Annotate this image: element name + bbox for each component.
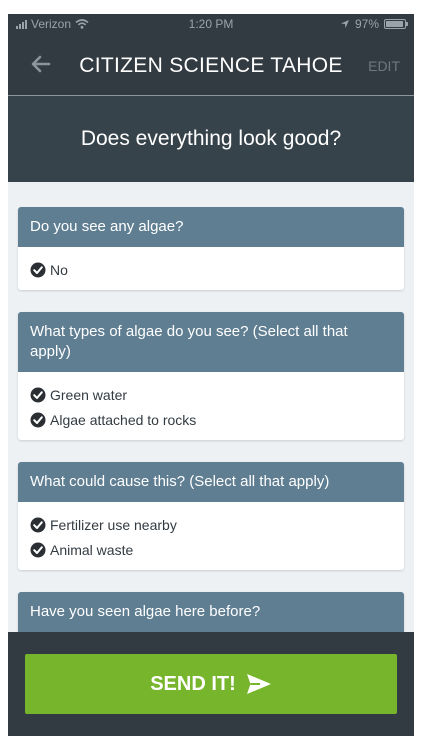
paper-plane-icon — [246, 674, 271, 694]
check-circle-icon — [30, 262, 46, 277]
answer-item: Fertilizer use nearby — [30, 512, 392, 537]
answer-list: Fertilizer use nearby Animal waste — [18, 502, 404, 570]
check-circle-icon — [30, 542, 46, 557]
send-button[interactable]: SEND IT! — [25, 654, 397, 714]
review-title: Does everything look good? — [80, 127, 342, 150]
battery-percent: 97% — [354, 17, 379, 31]
question-text: What could cause this? (Select all that … — [18, 462, 404, 502]
answer-text: Fertilizer use nearby — [50, 516, 177, 533]
answer-text: Algae attached to rocks — [50, 411, 197, 428]
answer-list: No — [18, 247, 404, 290]
question-card: Do you see any algae? No — [18, 207, 404, 290]
review-content[interactable]: Do you see any algae? No What types of a… — [8, 182, 414, 632]
arrow-left-icon[interactable] — [28, 51, 54, 77]
app-title: CITIZEN SCIENCE TAHOE — [79, 54, 343, 77]
question-card: What types of algae do you see? (Select … — [18, 312, 404, 440]
answer-text: Green water — [50, 386, 128, 403]
check-circle-icon — [30, 517, 46, 532]
status-right: 97% — [340, 17, 408, 31]
nav-bar: CITIZEN SCIENCE TAHOE EDIT — [8, 34, 414, 96]
question-text: Have you seen algae here before? — [18, 592, 404, 632]
check-circle-icon — [30, 412, 46, 427]
answer-item: Algae attached to rocks — [30, 407, 392, 432]
answer-text: No — [50, 261, 68, 278]
location-arrow-icon — [340, 20, 349, 28]
question-text: What types of algae do you see? (Select … — [18, 312, 404, 372]
battery-icon — [384, 19, 408, 29]
answer-text: Animal waste — [50, 541, 134, 558]
question-card: What could cause this? (Select all that … — [18, 462, 404, 570]
send-button-label: SEND IT! — [150, 672, 236, 695]
answer-item: No — [30, 257, 392, 282]
check-circle-icon — [30, 387, 46, 402]
answer-item: Animal waste — [30, 537, 392, 562]
edit-button[interactable]: EDIT — [368, 58, 400, 74]
review-header: Does everything look good? — [8, 96, 414, 182]
status-bar: Verizon 1:20 PM 97% — [8, 14, 414, 34]
answer-item: Green water — [30, 382, 392, 407]
footer-bar: SEND IT! — [8, 632, 414, 736]
question-card: Have you seen algae here before? — [18, 592, 404, 632]
answer-list: Green water Algae attached to rocks — [18, 372, 404, 440]
question-text: Do you see any algae? — [18, 207, 404, 247]
phone-screen: Verizon 1:20 PM 97% CITIZEN SCIENCE TAHO… — [8, 14, 414, 736]
